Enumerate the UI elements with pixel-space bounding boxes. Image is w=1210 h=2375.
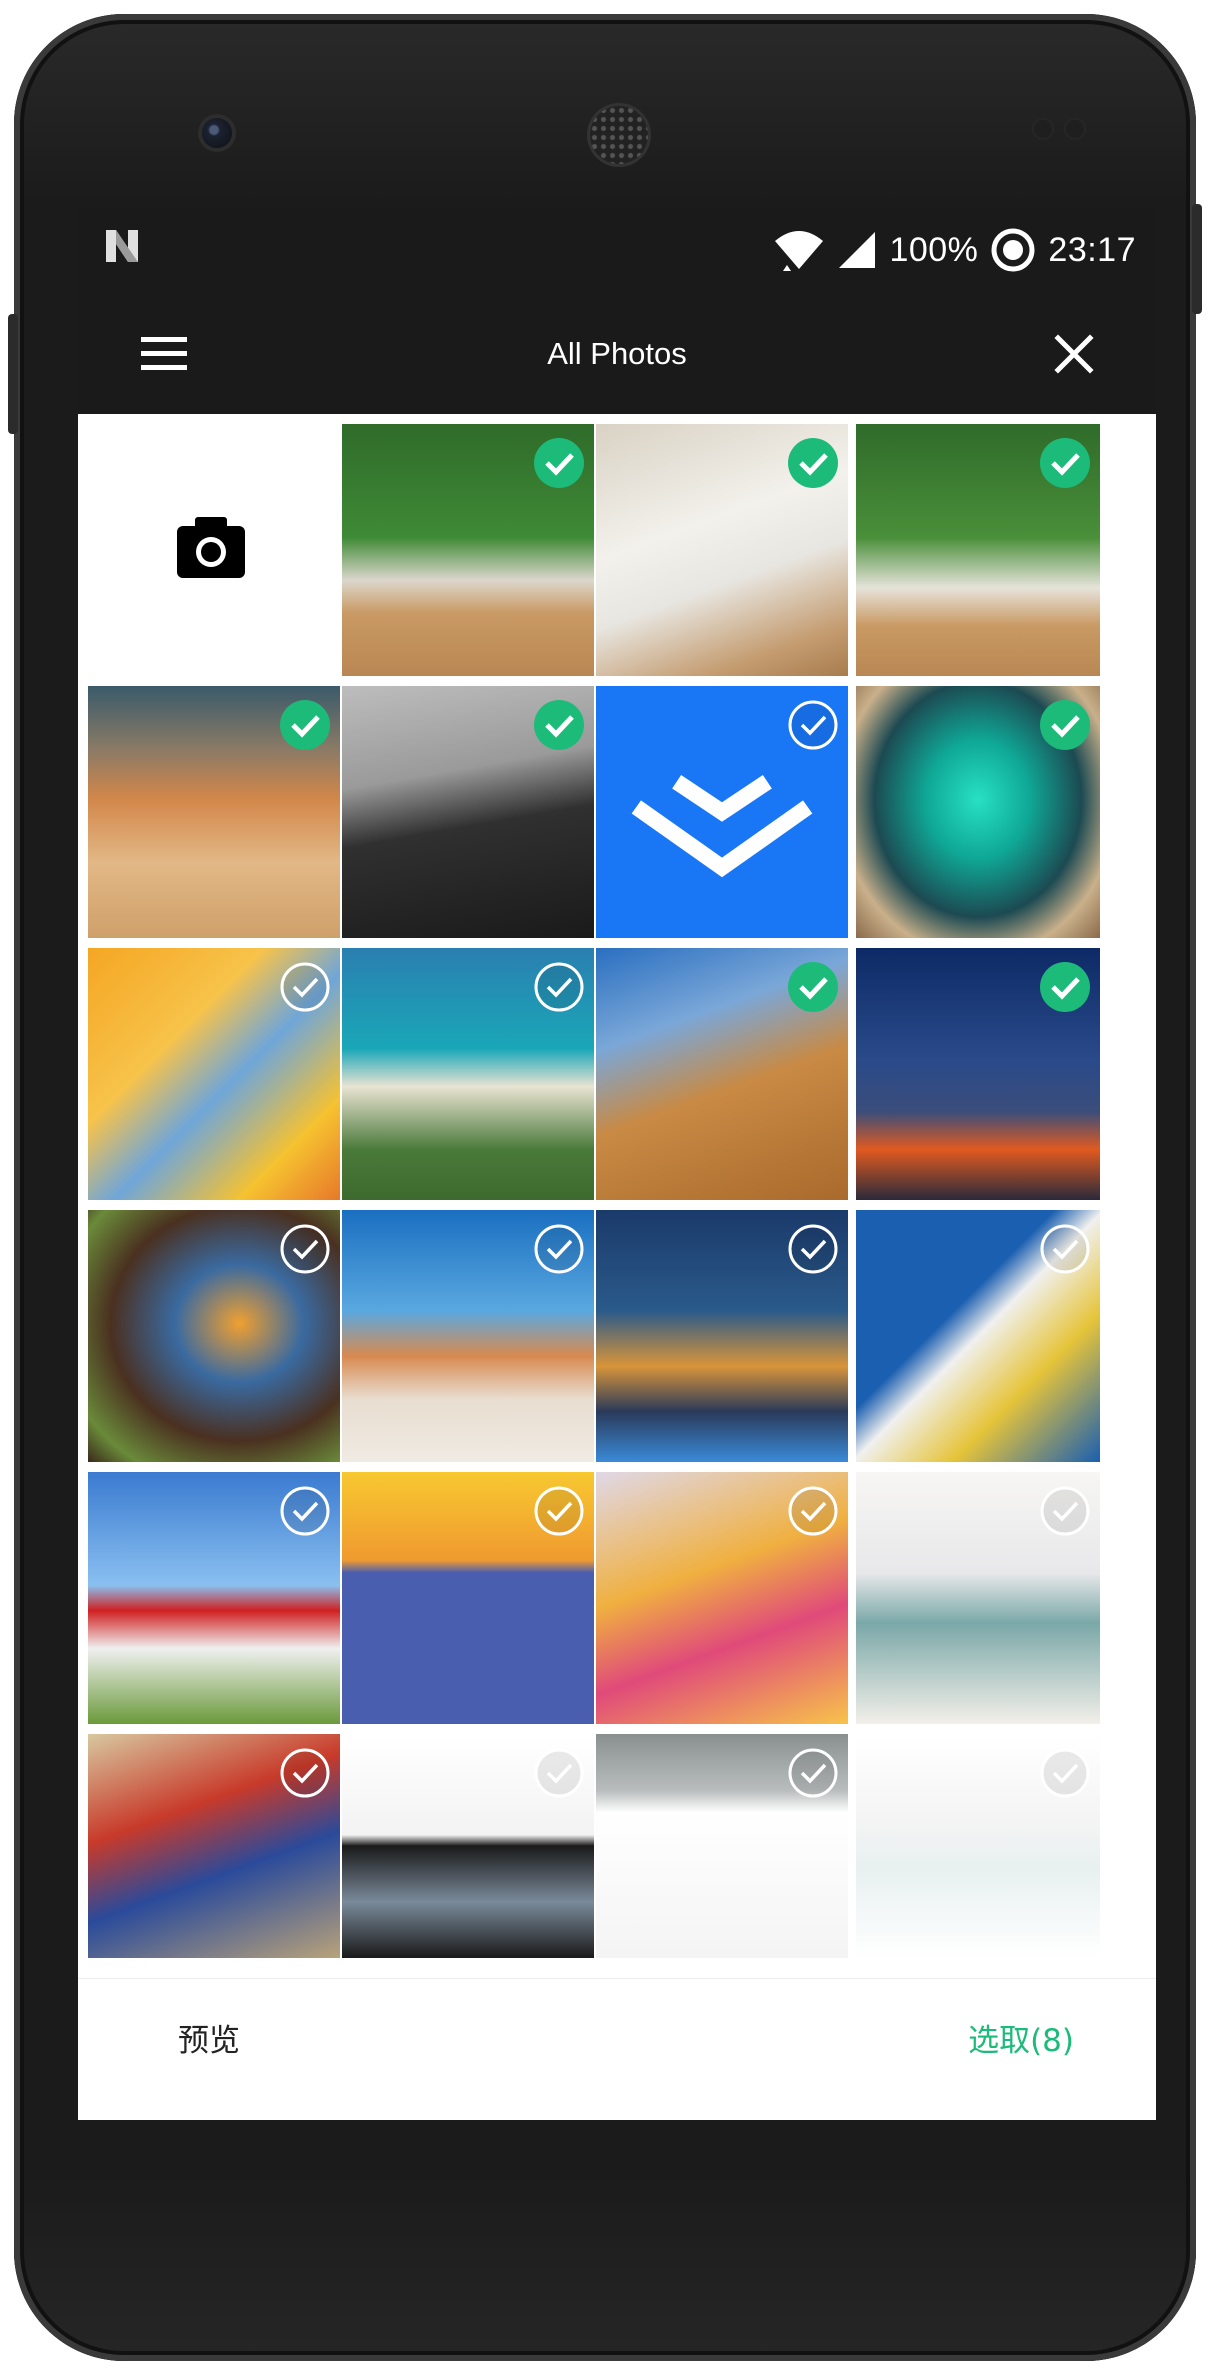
- battery-circle-icon: [991, 228, 1035, 272]
- photo-weibo-post[interactable]: [342, 1734, 594, 1958]
- selected-check-icon[interactable]: [1038, 698, 1092, 752]
- photo-red-poppy[interactable]: [88, 1472, 340, 1724]
- unselected-check-icon[interactable]: [532, 1222, 586, 1276]
- photo-laptop-keyboard[interactable]: [342, 686, 594, 938]
- photo-plant-desk[interactable]: [342, 424, 594, 676]
- photo-sea-cave[interactable]: [856, 686, 1100, 938]
- photo-phone-notebook[interactable]: [596, 424, 848, 676]
- unselected-check-icon[interactable]: [1038, 1746, 1092, 1800]
- front-camera-lens: [202, 118, 232, 148]
- photo-lunch-box[interactable]: [88, 686, 340, 938]
- close-button[interactable]: [1044, 324, 1104, 384]
- photo-london-night[interactable]: [596, 1210, 848, 1462]
- photo-plant-desk-2[interactable]: [856, 424, 1100, 676]
- menu-button[interactable]: [134, 324, 194, 384]
- photo-cave-sunset[interactable]: [88, 1210, 340, 1462]
- unselected-check-icon[interactable]: [786, 1222, 840, 1276]
- photo-tent-campfire[interactable]: [856, 948, 1100, 1200]
- photo-desert-tree[interactable]: [342, 1210, 594, 1462]
- proximity-sensor: [1034, 120, 1052, 138]
- camera-tile[interactable]: [78, 414, 344, 680]
- unselected-check-icon[interactable]: [1038, 1222, 1092, 1276]
- selected-check-icon[interactable]: [1038, 436, 1092, 490]
- photo-anime-character[interactable]: [856, 1472, 1100, 1724]
- selected-check-icon[interactable]: [278, 698, 332, 752]
- unselected-check-icon[interactable]: [278, 1746, 332, 1800]
- photo-pelican[interactable]: [856, 1210, 1100, 1462]
- selected-check-icon[interactable]: [1038, 960, 1092, 1014]
- phone-device: 100% 23:17 All Photos 预览 选取(8): [8, 14, 1202, 2361]
- hamburger-menu-icon: [141, 337, 187, 370]
- unselected-check-icon[interactable]: [786, 698, 840, 752]
- photo-never-settle[interactable]: [596, 1472, 848, 1724]
- select-button[interactable]: 选取(8): [968, 1979, 1074, 2103]
- photo-superman-comic[interactable]: [88, 1734, 340, 1958]
- selected-check-icon[interactable]: [786, 960, 840, 1014]
- unselected-check-icon[interactable]: [278, 1484, 332, 1538]
- toolbar: All Photos: [78, 294, 1156, 414]
- clock-time: 23:17: [1048, 230, 1136, 269]
- signal-icon: [839, 232, 876, 268]
- power-button: [8, 314, 18, 434]
- n-logo-icon: [106, 230, 138, 262]
- unselected-check-icon[interactable]: [532, 960, 586, 1014]
- selected-check-icon[interactable]: [786, 436, 840, 490]
- camera-icon: [177, 517, 245, 578]
- photo-ancient-columns[interactable]: [596, 948, 848, 1200]
- status-bar: 100% 23:17: [78, 208, 1156, 294]
- screen: 100% 23:17 All Photos 预览 选取(8): [78, 208, 1156, 2120]
- battery-percent: 100%: [889, 230, 979, 269]
- photo-blue-app-icon[interactable]: [596, 686, 848, 938]
- volume-button: [1192, 204, 1202, 314]
- photo-grid: [78, 414, 1156, 1978]
- unselected-check-icon[interactable]: [278, 960, 332, 1014]
- photo-orange-popsicles[interactable]: [88, 948, 340, 1200]
- wifi-icon: [775, 231, 824, 271]
- bottom-bar: 预览 选取(8): [78, 1978, 1156, 2120]
- unselected-check-icon[interactable]: [278, 1222, 332, 1276]
- light-sensor: [1066, 120, 1084, 138]
- unselected-check-icon[interactable]: [786, 1746, 840, 1800]
- status-icons: 100% 23:17: [773, 222, 1136, 278]
- unselected-check-icon[interactable]: [532, 1484, 586, 1538]
- preview-button[interactable]: 预览: [178, 1979, 240, 2103]
- unselected-check-icon[interactable]: [532, 1746, 586, 1800]
- close-icon: [1054, 334, 1094, 374]
- photo-forum-screenshot[interactable]: [596, 1734, 848, 1958]
- earpiece-speaker: [590, 106, 648, 164]
- photo-stats-screenshot[interactable]: [856, 1734, 1100, 1958]
- selected-check-icon[interactable]: [532, 698, 586, 752]
- page-title: All Photos: [547, 336, 687, 371]
- unselected-check-icon[interactable]: [786, 1484, 840, 1538]
- photo-coastal-cliffs[interactable]: [342, 948, 594, 1200]
- photo-app-screenshot[interactable]: [342, 1472, 594, 1724]
- unselected-check-icon[interactable]: [1038, 1484, 1092, 1538]
- selected-check-icon[interactable]: [532, 436, 586, 490]
